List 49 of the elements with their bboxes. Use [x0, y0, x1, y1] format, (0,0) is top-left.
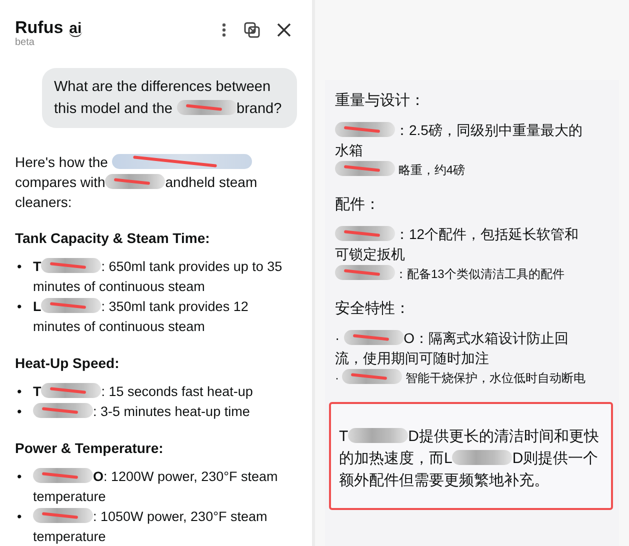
redaction-blur [348, 428, 408, 443]
redaction-blur [33, 403, 93, 418]
section-heading: Tank Capacity & Steam Time: [15, 229, 211, 248]
translation-line: ：配备13个类似清洁工具的配件 [335, 264, 589, 284]
redaction-blur [335, 122, 395, 137]
ai-badge: ai [69, 22, 82, 37]
bullet: • [17, 403, 23, 421]
redaction-blur [33, 508, 93, 523]
app-title: Rufus [15, 18, 64, 38]
translation-line: · O：隔离式水箱设计防止回流，使用期间可随时加注 [335, 329, 570, 368]
section-heading: 配件： [335, 195, 381, 215]
redaction-blur [335, 265, 395, 280]
answer-intro: Here's how the compares with andheld steam cleaners: [15, 153, 258, 212]
bullet: • [17, 298, 23, 316]
bullet: • [17, 258, 23, 276]
bullet-text: T : 15 seconds fast heat-up [33, 382, 254, 401]
bullet-text: T : 650ml tank provides up to 35 minutes of continuous steam [33, 257, 284, 296]
bullet: • [17, 468, 23, 486]
bullet-text: : 3-5 minutes heat-up time [33, 402, 297, 422]
redaction-blur [176, 100, 237, 115]
section-heading: Heat-Up Speed: [15, 354, 120, 373]
bullet: • [17, 508, 23, 526]
section-heading: Power & Temperature: [15, 439, 164, 458]
close-icon[interactable] [277, 23, 291, 37]
translation-line: ：2.5磅，同级别中重量最大的水箱 [335, 121, 584, 160]
redaction-blur [41, 258, 102, 273]
bullet-text: L : 350ml tank provides 12 minutes of continuous steam [33, 297, 250, 336]
beta-label: beta [15, 38, 36, 48]
redaction-blur [33, 468, 93, 483]
bullet: • [17, 383, 23, 401]
redaction-blur [452, 450, 512, 465]
redaction-blur [335, 161, 395, 176]
redaction-blur [344, 330, 404, 345]
bullet-text: : 1050W power, 230°F steam temperature [33, 507, 268, 546]
redaction-blur [105, 174, 166, 189]
redaction-blur [41, 383, 102, 398]
redaction-blur [342, 369, 402, 384]
redaction-blur [335, 226, 395, 241]
overlapping-squares-icon[interactable] [244, 22, 260, 38]
translation-line: 略重，约4磅 [335, 160, 589, 180]
section-heading: 安全特性： [335, 299, 411, 319]
more-options-icon[interactable] [221, 23, 227, 37]
bullet-text: O: 1200W power, 230°F steam temperature [33, 467, 279, 506]
summary-text: T D提供更长的清洁时间和更快的加热速度，而L D则提供一个额外配件但需要更频繁地补充。 [329, 402, 613, 510]
section-heading: 重量与设计： [335, 91, 426, 111]
redaction-blur [41, 298, 102, 313]
translation-line: · 智能干烧保护，水位低时自动断电 [335, 368, 587, 387]
translation-line: ：12个配件，包括延长软管和可锁定扳机 [335, 225, 580, 264]
question-bubble: What are the differences between this model and the brand? [42, 68, 297, 128]
